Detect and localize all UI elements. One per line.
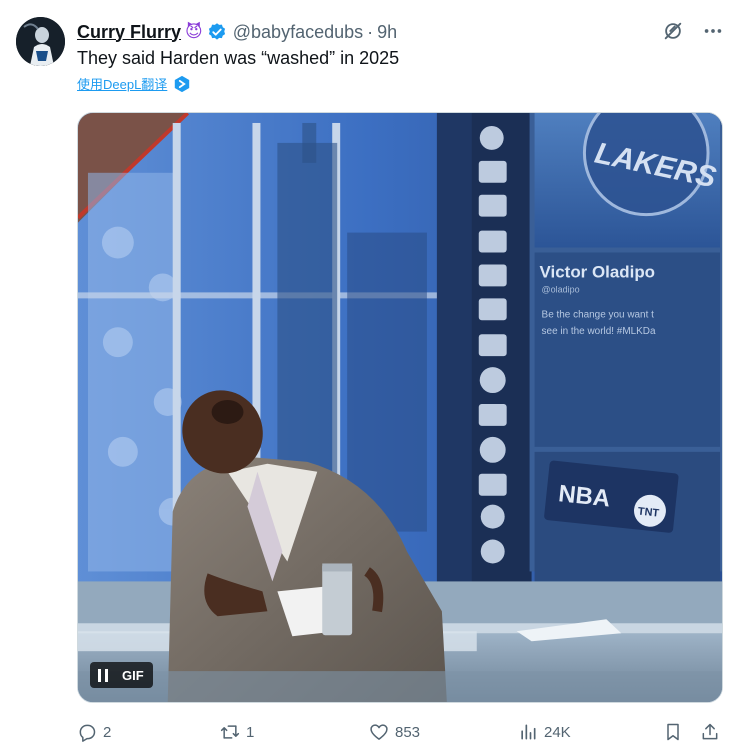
player-quote-line2: see in the world! #MLKDa	[542, 326, 656, 337]
gif-label: GIF	[122, 667, 144, 683]
view-count: 24K	[544, 723, 571, 741]
nba-logo-text: NBA	[557, 480, 611, 512]
gif-badge[interactable]: GIF	[90, 662, 153, 688]
heart-icon	[370, 724, 388, 740]
bookmark-icon	[667, 723, 679, 741]
bookmark-button[interactable]	[663, 718, 683, 746]
tweet-top-actions	[662, 20, 724, 42]
views-button[interactable]: 24K	[518, 718, 571, 746]
player-handle-text: @oladipo	[542, 284, 580, 294]
more-options-icon[interactable]	[702, 20, 724, 42]
display-name[interactable]: Curry Flurry	[77, 22, 181, 43]
share-icon	[702, 723, 718, 740]
separator-dot: ·	[367, 21, 374, 42]
verified-badge-icon	[208, 23, 225, 40]
player-quote-line1: Be the change you want t	[542, 309, 655, 320]
devil-emoji-icon: 😈	[185, 21, 203, 42]
gif-media[interactable]: LAKERS Victor Oladipo @oladipo Be the ch…	[77, 112, 723, 703]
retweet-button[interactable]: 1	[220, 718, 254, 746]
translate-row: 使用DeepL翻译	[77, 74, 191, 93]
reply-count: 2	[103, 723, 112, 741]
tweet-card[interactable]: Curry Flurry 😈 @babyfacedubs · 9h They s…	[0, 0, 746, 756]
reply-icon	[79, 724, 96, 742]
like-count: 853	[395, 723, 421, 741]
retweet-count: 1	[246, 723, 255, 741]
timestamp[interactable]: 9h	[377, 22, 397, 43]
player-name-text: Victor Oladipo	[540, 262, 655, 281]
pause-icon	[98, 668, 108, 682]
grok-icon[interactable]	[662, 20, 684, 42]
reply-button[interactable]: 2	[77, 718, 111, 746]
pause-button[interactable]	[90, 662, 116, 688]
tweet-actions-bar: 2 1 853 24K	[77, 718, 723, 746]
like-button[interactable]: 853	[369, 718, 420, 746]
tnt-logo-text: TNT	[637, 506, 660, 520]
retweet-icon	[220, 725, 240, 739]
analytics-icon	[521, 724, 536, 740]
deepl-logo-icon[interactable]	[173, 75, 191, 93]
share-button[interactable]	[700, 718, 720, 746]
avatar-image	[16, 17, 65, 66]
tweet-text: They said Harden was “washed” in 2025	[77, 48, 400, 68]
tweet-header: Curry Flurry 😈 @babyfacedubs · 9h	[77, 20, 397, 44]
user-handle[interactable]: @babyfacedubs	[233, 22, 363, 43]
gif-frame-image: LAKERS Victor Oladipo @oladipo Be the ch…	[78, 113, 722, 702]
avatar[interactable]	[16, 17, 65, 66]
translate-link[interactable]: 使用DeepL翻译	[77, 74, 167, 93]
